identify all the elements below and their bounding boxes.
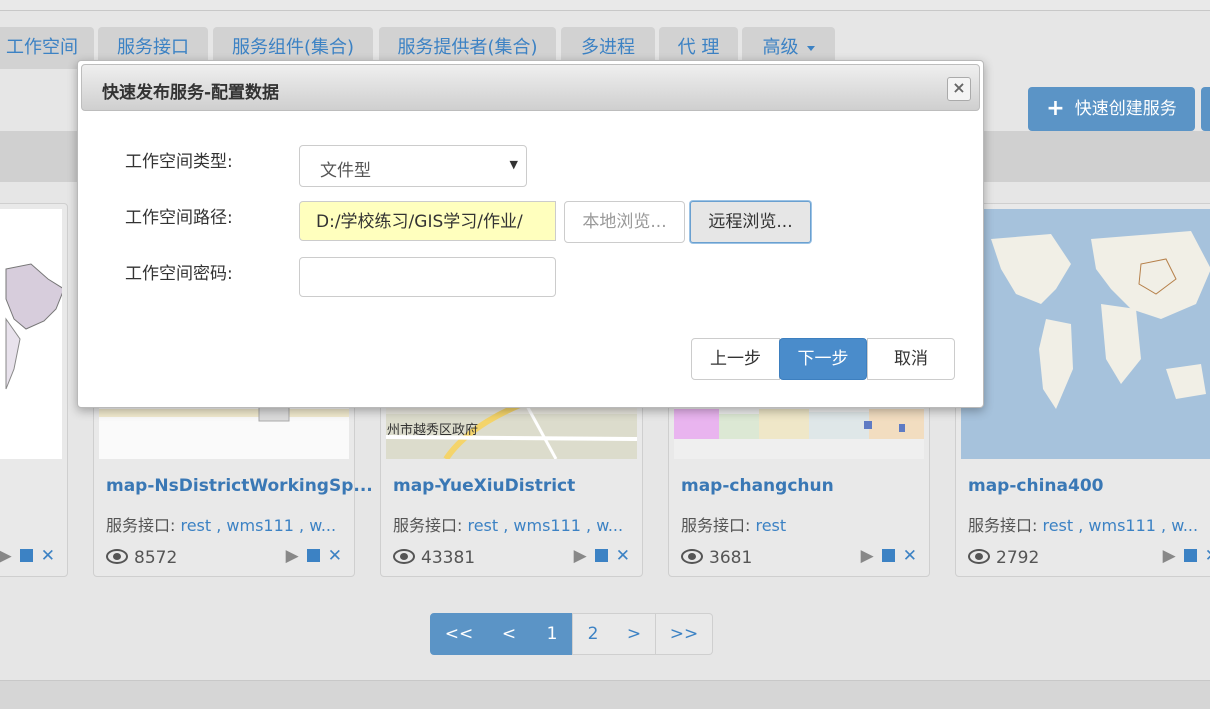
dialog-title: 快速发布服务-配置数据 <box>102 83 280 103</box>
view-count-value: 2792 <box>996 548 1040 568</box>
stop-icon[interactable] <box>881 549 895 562</box>
delete-icon[interactable]: ✕ <box>1205 546 1210 566</box>
tab-label: 多进程 <box>581 37 635 58</box>
caret-down-icon <box>806 45 815 51</box>
api-label: 服务接口: <box>393 516 468 535</box>
stop-icon[interactable] <box>594 549 608 562</box>
delete-icon[interactable]: ✕ <box>328 546 342 566</box>
tab-label: 代 理 <box>677 37 720 58</box>
play-icon[interactable]: ▶ <box>574 546 587 566</box>
view-count-value: 43381 <box>421 548 476 568</box>
card-api: 服务接口: rest , wms111 , w... <box>968 512 1198 536</box>
view-count-value: 8572 <box>134 548 178 568</box>
tab-label: 服务组件(集合) <box>231 37 355 58</box>
play-icon[interactable]: ▶ <box>861 546 874 566</box>
page-2-button[interactable]: 2 <box>572 613 614 655</box>
cancel-button[interactable]: 取消 <box>867 338 955 380</box>
view-count: 2792 <box>968 548 1039 568</box>
local-browse-button[interactable]: 本地浏览... <box>564 201 685 243</box>
service-card[interactable]: map-china400 服务接口: rest , wms111 , w... … <box>955 203 1210 577</box>
tab-label: 高级 <box>762 37 799 58</box>
close-icon[interactable]: × <box>947 77 971 101</box>
publish-service-dialog: 快速发布服务-配置数据 × 工作空间类型: 文件型 ▼ 工作空间路径: D:/学… <box>77 60 984 408</box>
workspace-password-label: 工作空间密码: <box>125 264 233 284</box>
card-title[interactable]: map-YueXiuDistrict <box>393 476 575 496</box>
delete-icon[interactable]: ✕ <box>903 546 917 566</box>
view-count-value: 3681 <box>709 548 753 568</box>
api-label: 服务接口: <box>968 516 1043 535</box>
map-thumbnail <box>0 209 62 459</box>
card-actions: ▶✕ <box>853 546 917 566</box>
view-count: 43381 <box>393 548 475 568</box>
api-label: 服务接口: <box>681 516 756 535</box>
api-links[interactable]: rest <box>755 516 786 535</box>
tab-label: 服务接口 <box>117 37 189 58</box>
workspace-type-value: 文件型 <box>320 161 371 181</box>
card-actions: ▶✕ <box>566 546 630 566</box>
api-links[interactable]: rest , wms111 , w... <box>1042 516 1198 535</box>
view-count: 8572 <box>106 548 177 568</box>
prev-step-button[interactable]: 上一步 <box>691 338 780 380</box>
workspace-path-label: 工作空间路径: <box>125 208 233 228</box>
card-actions: ▶✕ <box>0 546 55 566</box>
tab-label: 工作空间 <box>6 37 78 58</box>
workspace-type-select[interactable]: 文件型 ▼ <box>299 145 527 187</box>
quick-create-service-button[interactable]: + 快速创建服务 <box>1028 87 1195 131</box>
quick-create-label: 快速创建服务 <box>1074 99 1177 119</box>
card-title[interactable]: map-changchun <box>681 476 834 496</box>
play-icon[interactable]: ▶ <box>1163 546 1176 566</box>
card-title[interactable]: map-NsDistrictWorkingSp... <box>106 476 373 496</box>
card-title[interactable]: map-china400 <box>968 476 1103 496</box>
eye-icon <box>681 549 703 564</box>
service-card[interactable]: ▶ ✕ <box>0 203 68 577</box>
card-actions: ▶✕ <box>1155 546 1210 566</box>
dialog-header[interactable]: 快速发布服务-配置数据 × <box>81 64 980 111</box>
play-icon[interactable]: ▶ <box>286 546 299 566</box>
play-icon[interactable]: ▶ <box>0 546 12 566</box>
map-thumbnail <box>961 209 1210 459</box>
card-api: 服务接口: rest <box>681 512 786 536</box>
page-first-button[interactable]: << <box>430 613 488 655</box>
delete-icon[interactable]: ✕ <box>616 546 630 566</box>
page-prev-button[interactable]: < <box>486 613 533 655</box>
page-last-button[interactable]: >> <box>656 613 713 655</box>
api-links[interactable]: rest , wms111 , w... <box>180 516 336 535</box>
delete-icon[interactable]: ✕ <box>41 546 55 566</box>
eye-icon <box>393 549 415 564</box>
page-next-button[interactable]: > <box>613 613 656 655</box>
stop-icon[interactable] <box>19 549 33 562</box>
chevron-down-icon: ▼ <box>509 158 518 171</box>
card-actions: ▶✕ <box>278 546 342 566</box>
plus-icon: + <box>1046 96 1065 121</box>
view-count: 3681 <box>681 548 752 568</box>
page-1-button[interactable]: 1 <box>532 613 573 655</box>
card-api: 服务接口: rest , wms111 , w... <box>393 512 623 536</box>
card-api: 服务接口: rest , wms111 , w... <box>106 512 336 536</box>
remote-browse-button[interactable]: 远程浏览... <box>690 201 811 243</box>
top-bar <box>0 0 1210 11</box>
tab-label: 服务提供者(集合) <box>397 37 538 58</box>
next-step-button[interactable]: 下一步 <box>779 338 867 380</box>
eye-icon <box>968 549 990 564</box>
toolbar-button-edge[interactable] <box>1201 87 1210 131</box>
workspace-path-input[interactable]: D:/学校练习/GIS学习/作业/ <box>299 201 556 241</box>
api-links[interactable]: rest , wms111 , w... <box>467 516 623 535</box>
workspace-password-input[interactable] <box>299 257 556 297</box>
stop-icon[interactable] <box>306 549 320 562</box>
stop-icon[interactable] <box>1183 549 1197 562</box>
footer <box>0 680 1210 709</box>
workspace-type-label: 工作空间类型: <box>125 152 233 172</box>
eye-icon <box>106 549 128 564</box>
map-label: 州市越秀区政府 <box>387 423 479 438</box>
api-label: 服务接口: <box>106 516 181 535</box>
